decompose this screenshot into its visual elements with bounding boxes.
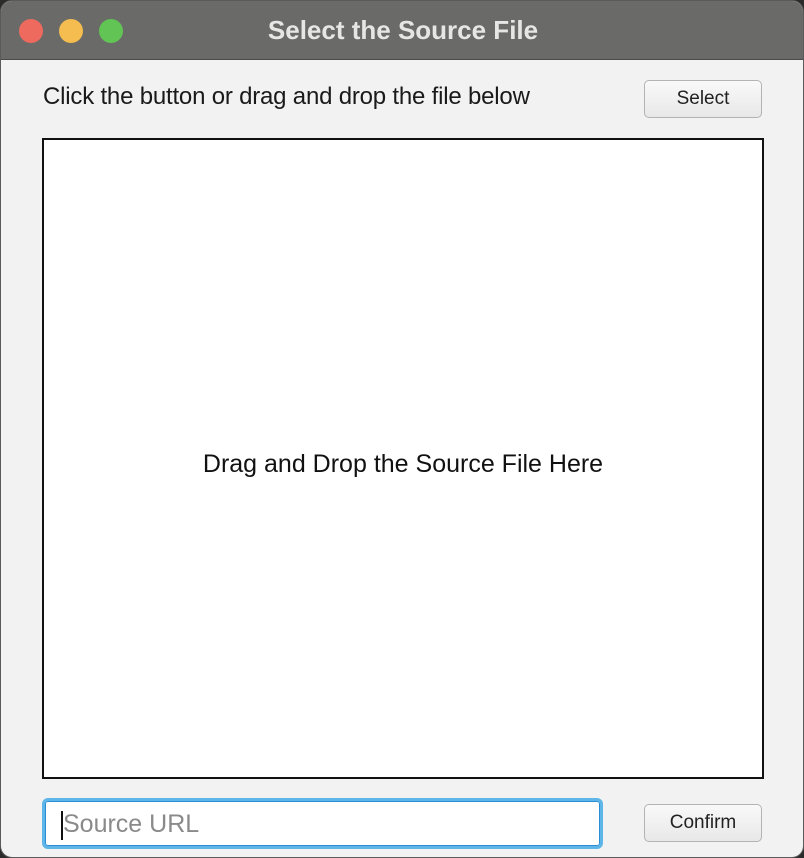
dialog-window: Select the Source File Click the button … bbox=[0, 0, 804, 858]
source-url-field[interactable] bbox=[42, 798, 603, 849]
window-title: Select the Source File bbox=[267, 15, 539, 45]
file-drop-zone[interactable]: Drag and Drop the Source File Here bbox=[42, 138, 764, 779]
drop-zone-label: Drag and Drop the Source File Here bbox=[202, 450, 604, 478]
instruction-text: Click the button or drag and drop the fi… bbox=[43, 83, 530, 110]
source-url-input[interactable] bbox=[59, 808, 583, 840]
confirm-button[interactable]: Confirm bbox=[644, 804, 762, 842]
text-caret bbox=[61, 811, 63, 840]
select-button[interactable]: Select bbox=[644, 80, 762, 118]
title-bar[interactable]: Select the Source File bbox=[1, 1, 803, 60]
